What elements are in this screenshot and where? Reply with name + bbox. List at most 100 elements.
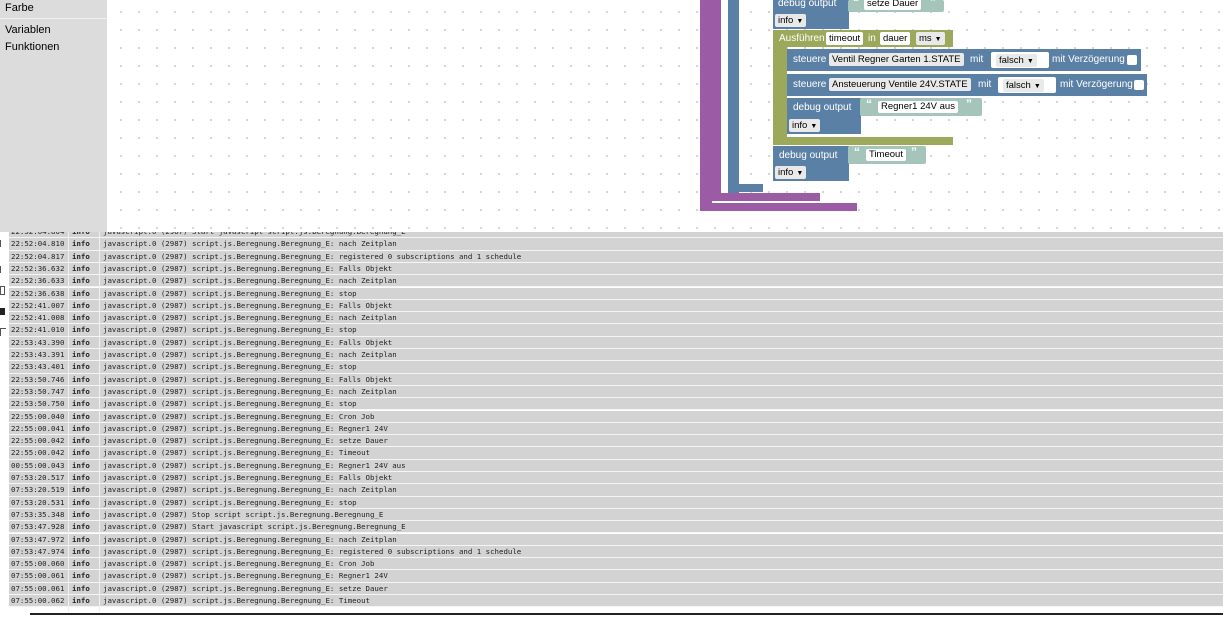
log-message: javascript.0 (2987) script.js.Beregnung.… xyxy=(103,399,357,409)
log-time: 07:53:20.519 xyxy=(11,485,65,495)
refresh-icon[interactable] xyxy=(0,328,6,336)
control-label: steuere xyxy=(793,79,827,90)
log-severity: info xyxy=(72,559,90,569)
log-time: 22:52:04.817 xyxy=(11,251,65,261)
open-quote-icon: “ xyxy=(866,97,872,111)
log-severity: info xyxy=(72,300,90,310)
log-row: 22:53:43.391 info javascript.0 (2987) scri… xyxy=(9,349,1223,362)
text-block-value[interactable]: setze Dauer xyxy=(864,0,922,10)
duration-var-field[interactable]: dauer xyxy=(880,32,911,45)
debug-level-value: info xyxy=(778,15,794,26)
debug-level-value: info xyxy=(792,120,808,131)
log-time: 22:53:50.746 xyxy=(11,374,65,384)
log-severity: info xyxy=(72,497,90,507)
log-row: 22:52:36.633 info javascript.0 (2987) scri… xyxy=(9,275,1223,288)
control-block-1[interactable]: steuere Ventil Regner Garten 1.STATE mit… xyxy=(787,49,1141,71)
debug-level-dropdown[interactable]: info ▼ xyxy=(775,166,807,179)
log-message: javascript.0 (2987) script.js.Beregnung.… xyxy=(103,448,370,458)
log-row: 00:55:00.043 info javascript.0 (2987) scri… xyxy=(9,459,1223,472)
text-block[interactable]: “ setze Dauer ” xyxy=(848,0,944,12)
log-row: 22:55:00.042 info javascript.0 (2987) scri… xyxy=(9,435,1223,448)
toolbox-separator xyxy=(0,18,107,19)
log-severity: info xyxy=(72,399,90,409)
log-severity: info xyxy=(72,337,90,347)
debug-level-dropdown[interactable]: info ▼ xyxy=(789,119,821,132)
unit-dropdown[interactable]: ms ▼ xyxy=(916,32,945,45)
delay-label: mit Verzögerung xyxy=(1060,79,1133,90)
if-block-inner[interactable] xyxy=(712,0,721,201)
timeout-block-bottom[interactable] xyxy=(787,137,953,145)
copy-icon[interactable] xyxy=(0,286,5,295)
log-row: 22:53:50.747 info javascript.0 (2987) scri… xyxy=(9,385,1223,399)
log-severity: info xyxy=(72,546,90,556)
log-message: javascript.0 (2987) script.js.Beregnung.… xyxy=(103,239,397,249)
log-time: 22:55:00.040 xyxy=(11,411,65,421)
text-block-value[interactable]: Timeout xyxy=(866,149,906,161)
log-time: 22:53:43.391 xyxy=(11,350,65,359)
schedule-block-bottom[interactable] xyxy=(733,184,763,192)
timeout-block[interactable]: Ausführen timeout in dauer ms ▼ xyxy=(773,30,953,47)
log-row: 07:53:35.348 info javascript.0 (2987) Stop… xyxy=(9,508,1223,522)
log-time: 22:52:04.810 xyxy=(11,239,65,249)
delete-icon[interactable] xyxy=(0,308,5,315)
log-severity: info xyxy=(72,251,90,261)
log-message: javascript.0 (2987) script.js.Beregnung.… xyxy=(103,423,388,433)
schedule-block[interactable] xyxy=(728,0,739,193)
timeout-label: Ausführen xyxy=(779,33,825,44)
debug-output-block-top[interactable]: debug output info ▼ xyxy=(773,0,849,29)
boolean-dropdown[interactable]: falsch ▼ xyxy=(1003,79,1044,92)
log-severity: info xyxy=(72,522,90,532)
log-message: javascript.0 (2987) script.js.Beregnung.… xyxy=(103,350,397,359)
log-message: javascript.0 (2987) script.js.Beregnung.… xyxy=(103,485,397,495)
log-time: 07:53:47.972 xyxy=(11,534,65,544)
toolbox-category-funktionen[interactable]: Funktionen xyxy=(5,41,59,53)
log-severity: info xyxy=(72,534,90,544)
if-block-inner-bottom[interactable] xyxy=(712,193,820,201)
log-severity: info xyxy=(72,509,90,519)
log-message: javascript.0 (2987) script.js.Beregnung.… xyxy=(103,288,357,298)
if-block-outer-bottom[interactable] xyxy=(700,203,857,211)
text-block-value[interactable]: Regner1 24V aus xyxy=(878,101,958,113)
if-block-outer[interactable] xyxy=(700,0,712,211)
debug-output-block-inner[interactable]: debug output info ▼ xyxy=(787,98,861,134)
log-message: javascript.0 (2987) script.js.Beregnung.… xyxy=(103,313,397,323)
log-row: 22:52:41.010 info javascript.0 (2987) scri… xyxy=(9,324,1223,337)
text-block[interactable]: “ Regner1 24V aus ” xyxy=(860,97,982,116)
delay-checkbox[interactable] xyxy=(1127,55,1137,65)
log-message: javascript.0 (2987) script.js.Beregnung.… xyxy=(103,276,397,286)
debug-output-label: debug output xyxy=(779,150,838,161)
dropdown-arrow-icon: ▼ xyxy=(1026,58,1034,65)
control-target-dropdown[interactable]: Ventil Regner Garten 1.STATE xyxy=(829,53,964,66)
toolbox-category-variablen[interactable]: Variablen xyxy=(5,24,51,36)
log-time: 07:55:00.060 xyxy=(11,559,65,569)
log-row: 07:55:00.062 info javascript.0 (2987) scri… xyxy=(9,595,1223,608)
debug-output-block-bottom[interactable]: debug output info ▼ xyxy=(773,146,849,181)
unit-value: ms xyxy=(919,33,932,44)
toolbox-category-farbe[interactable]: Farbe xyxy=(5,2,34,14)
scroll-icon[interactable] xyxy=(0,240,6,247)
control-block-2[interactable]: steuere Ansteuerung Ventile 24V.STATE mi… xyxy=(787,74,1147,96)
timeout-var-field[interactable]: timeout xyxy=(826,32,864,45)
log-time: 07:53:20.517 xyxy=(11,473,65,482)
delay-checkbox[interactable] xyxy=(1134,80,1144,90)
timeout-block-body[interactable] xyxy=(773,47,787,145)
log-severity: info xyxy=(72,485,90,495)
blockly-toolbox: Farbe Variablen Funktionen xyxy=(0,0,107,232)
boolean-dropdown[interactable]: falsch ▼ xyxy=(996,54,1037,67)
text-block[interactable]: “ Timeout ” xyxy=(848,145,926,164)
pause-icon[interactable] xyxy=(0,266,6,273)
blockly-workspace[interactable]: debug output info ▼ “ setze Dauer ” Ausfü… xyxy=(107,0,1223,232)
dropdown-arrow-icon: ▼ xyxy=(934,36,942,43)
log-time: 22:52:41.007 xyxy=(11,300,65,310)
log-table[interactable]: 22:52:04.804infojavascript.0 (2987) Star… xyxy=(9,232,1223,612)
log-time: 22:52:36.638 xyxy=(11,288,65,298)
control-target-dropdown[interactable]: Ansteuerung Ventile 24V.STATE xyxy=(829,78,971,91)
log-row: 07:53:20.531 info javascript.0 (2987) scri… xyxy=(9,496,1223,509)
debug-level-dropdown[interactable]: info ▼ xyxy=(775,14,807,27)
log-row: 07:53:47.928 info javascript.0 (2987) Star… xyxy=(9,521,1223,534)
log-message: javascript.0 (2987) script.js.Beregnung.… xyxy=(103,411,375,421)
debug-output-label: debug output xyxy=(793,102,852,113)
dropdown-arrow-icon: ▼ xyxy=(796,18,804,25)
log-row: 22:55:00.041 info javascript.0 (2987) scri… xyxy=(9,422,1223,436)
log-row: 22:53:43.390 info javascript.0 (2987) scri… xyxy=(9,336,1223,349)
